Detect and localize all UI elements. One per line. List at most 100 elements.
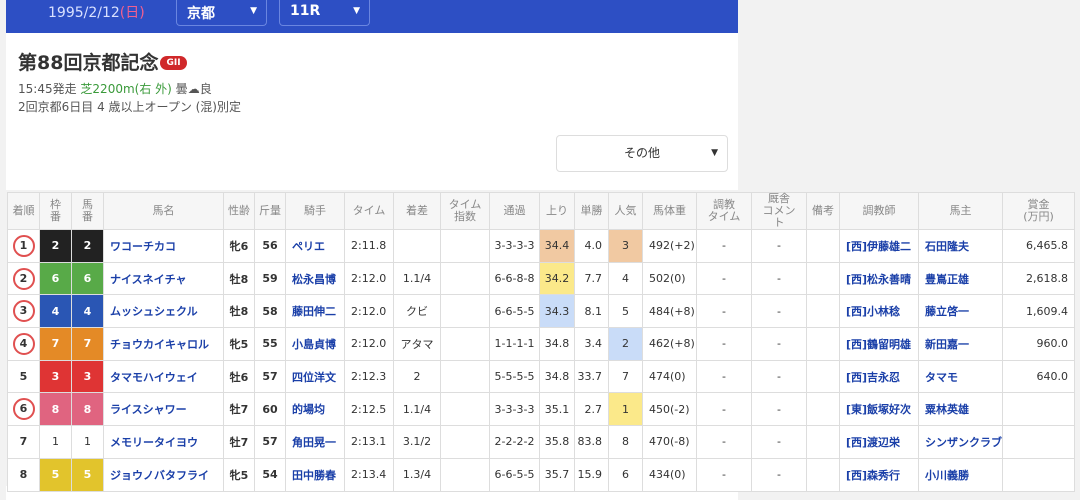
margin [393,229,441,263]
owner[interactable]: 粟林英雄 [918,392,1003,427]
venue-select[interactable]: 京都 ▼ [176,0,267,26]
time: 2:12.3 [344,359,394,394]
remarks [806,392,840,427]
horse-name[interactable]: タマモハイウェイ [103,359,224,394]
prize [1002,425,1075,459]
owner[interactable]: 石田隆夫 [918,229,1003,263]
jockey[interactable]: ペリエ [285,229,345,263]
frame-number: 5 [39,457,72,492]
jockey[interactable]: 四位洋文 [285,359,345,394]
horse-number: 7 [71,327,104,361]
passing: 1-1-1-1 [489,327,540,361]
prize: 640.0 [1002,359,1075,394]
venue-value: 京都 [187,6,215,22]
trainer[interactable]: [西]鶴留明雄 [839,327,919,361]
horse-name[interactable]: チョウカイキャロル [103,327,224,361]
table-row: 1 2 2 ワコーチカコ 牝6 56 ペリエ 2:11.8 3-3-3-3 34.4 4.0 3 492… [7,229,1075,263]
column-header: 着差 [393,192,441,230]
column-header: 馬名 [103,192,224,230]
finish-position: 4 [7,327,40,361]
owner[interactable]: 新田嘉一 [918,327,1003,361]
body-weight: 470(-8) [642,425,697,459]
trainer[interactable]: [東]飯塚好次 [839,392,919,427]
table-row: 2 6 6 ナイスネイチャ 牡8 59 松永昌博 2:12.0 1.1/4 6-6-8-8 34.2… [7,261,1075,296]
margin: 1.3/4 [393,457,441,492]
trainer[interactable]: [西]小林稔 [839,294,919,329]
horse-number: 6 [71,261,104,296]
horse-name[interactable]: メモリータイヨウ [103,425,224,459]
column-header: 調教師 [839,192,919,230]
stable-comment: - [751,261,807,296]
margin: 1.1/4 [393,392,441,427]
horse-name[interactable]: ワコーチカコ [103,229,224,263]
horse-number: 1 [71,425,104,459]
horse-name[interactable]: ムッシュシェクル [103,294,224,329]
owner[interactable]: シンザンクラブ [918,425,1003,459]
carried-weight: 57 [254,425,286,459]
sex-age: 牡7 [223,392,255,427]
trainer[interactable]: [西]吉永忍 [839,359,919,394]
horse-name[interactable]: ライスシャワー [103,392,224,427]
remarks [806,425,840,459]
time-index [440,261,490,296]
horse-name[interactable]: ジョウノバタフライ [103,457,224,492]
column-header: 枠番 [39,192,72,230]
win-odds: 83.8 [574,425,609,459]
last-3f: 35.7 [539,457,575,492]
column-header: 上り [539,192,575,230]
owner[interactable]: 豊嶌正雄 [918,261,1003,296]
triangle-down-icon: ▼ [250,6,257,16]
jockey[interactable]: 的場均 [285,392,345,427]
jockey[interactable]: 角田晃一 [285,425,345,459]
column-header: 性齢 [223,192,255,230]
finish-position: 7 [7,425,40,459]
stable-comment: - [751,425,807,459]
race-title: 第88回京都記念 GII [18,48,187,75]
prize: 2,618.8 [1002,261,1075,296]
trainer[interactable]: [西]森秀行 [839,457,919,492]
owner[interactable]: タマモ [918,359,1003,394]
frame-number: 8 [39,392,72,427]
horse-number: 8 [71,392,104,427]
body-weight: 462(+8) [642,327,697,361]
horse-name[interactable]: ナイスネイチャ [103,261,224,296]
circled-position: 1 [12,234,35,257]
training-time: - [696,359,752,394]
body-weight: 434(0) [642,457,697,492]
horse-number: 2 [71,229,104,263]
win-odds: 3.4 [574,327,609,361]
margin: アタマ [393,327,441,361]
finish-position: 1 [7,229,40,263]
other-select-label: その他 [623,146,660,160]
time-index [440,457,490,492]
finish-position: 6 [7,392,40,427]
triangle-down-icon: ▼ [711,148,718,158]
passing: 3-3-3-3 [489,392,540,427]
other-select[interactable]: その他 ▼ [556,135,728,172]
owner[interactable]: 藤立啓一 [918,294,1003,329]
sex-age: 牝5 [223,327,255,361]
jockey[interactable]: 小島貞博 [285,327,345,361]
column-header: 馬主 [918,192,1003,230]
table-row: 3 4 4 ムッシュシェクル 牡8 58 藤田伸二 2:12.0 クビ 6-6-5-5 34.3 8.… [7,294,1075,329]
body-weight: 502(0) [642,261,697,296]
jockey[interactable]: 松永昌博 [285,261,345,296]
trainer[interactable]: [西]松永善晴 [839,261,919,296]
owner[interactable]: 小川義勝 [918,457,1003,492]
stable-comment: - [751,327,807,361]
column-header: 人気 [608,192,643,230]
trainer[interactable]: [西]伊藤雄二 [839,229,919,263]
time: 2:13.1 [344,425,394,459]
jockey[interactable]: 藤田伸二 [285,294,345,329]
column-header: 調教 タイム [696,192,752,230]
win-odds: 2.7 [574,392,609,427]
time-index [440,327,490,361]
training-time: - [696,392,752,427]
stable-comment: - [751,392,807,427]
race-select[interactable]: 11R ▼ [279,0,370,26]
sex-age: 牡6 [223,359,255,394]
remarks [806,359,840,394]
jockey[interactable]: 田中勝春 [285,457,345,492]
training-time: - [696,327,752,361]
trainer[interactable]: [西]渡辺栄 [839,425,919,459]
